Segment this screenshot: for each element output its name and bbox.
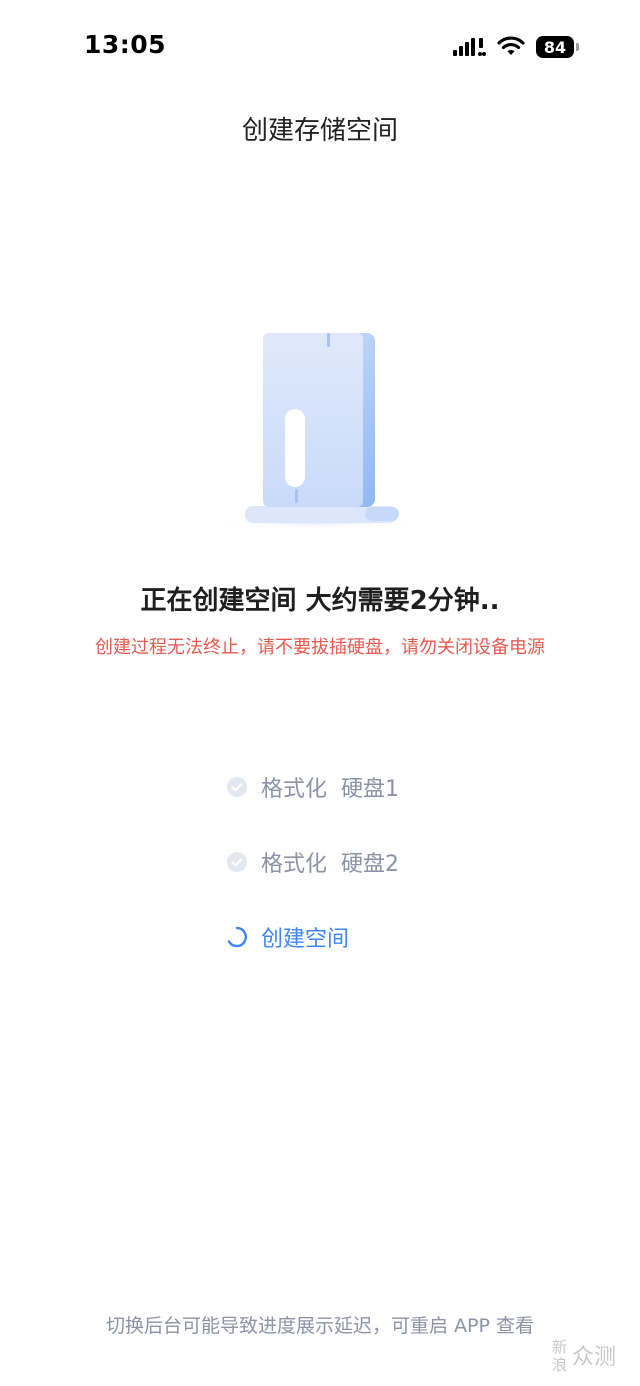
step-label: 格式化 硬盘1 (261, 777, 399, 802)
check-circle-icon (227, 777, 247, 797)
step-label: 格式化 硬盘2 (261, 852, 399, 877)
battery-icon: 84 (536, 36, 580, 58)
footer-note: 切换后台可能导致进度展示延迟，可重启 APP 查看 (106, 1315, 534, 1337)
warning-message: 创建过程无法终止，请不要拔插硬盘，请勿关闭设备电源 (95, 637, 545, 658)
svg-text:众测: 众测 (572, 1345, 616, 1370)
storage-device-icon (207, 333, 427, 529)
step-format-disk-1: 格式化 硬盘1 (226, 770, 399, 804)
signal-icon (453, 38, 486, 56)
svg-text:新: 新 (552, 1338, 567, 1356)
spinner-icon (227, 926, 247, 948)
wifi-icon (497, 36, 525, 55)
step-format-disk-2: 格式化 硬盘2 (226, 845, 399, 879)
status-bar: 13:05 84 (0, 0, 640, 92)
battery-level: 84 (543, 37, 567, 57)
step-label: 创建空间 (261, 927, 350, 952)
status-time: 13:05 (84, 30, 167, 59)
page-title: 创建存储空间 (241, 116, 398, 146)
check-circle-icon (227, 852, 247, 872)
watermark-logo: 新 浪 众测 (552, 1338, 616, 1374)
step-create-space: 创建空间 (226, 920, 349, 954)
svg-text:浪: 浪 (552, 1356, 567, 1374)
progress-message: 正在创建空间 大约需要2分钟.. (140, 586, 500, 616)
